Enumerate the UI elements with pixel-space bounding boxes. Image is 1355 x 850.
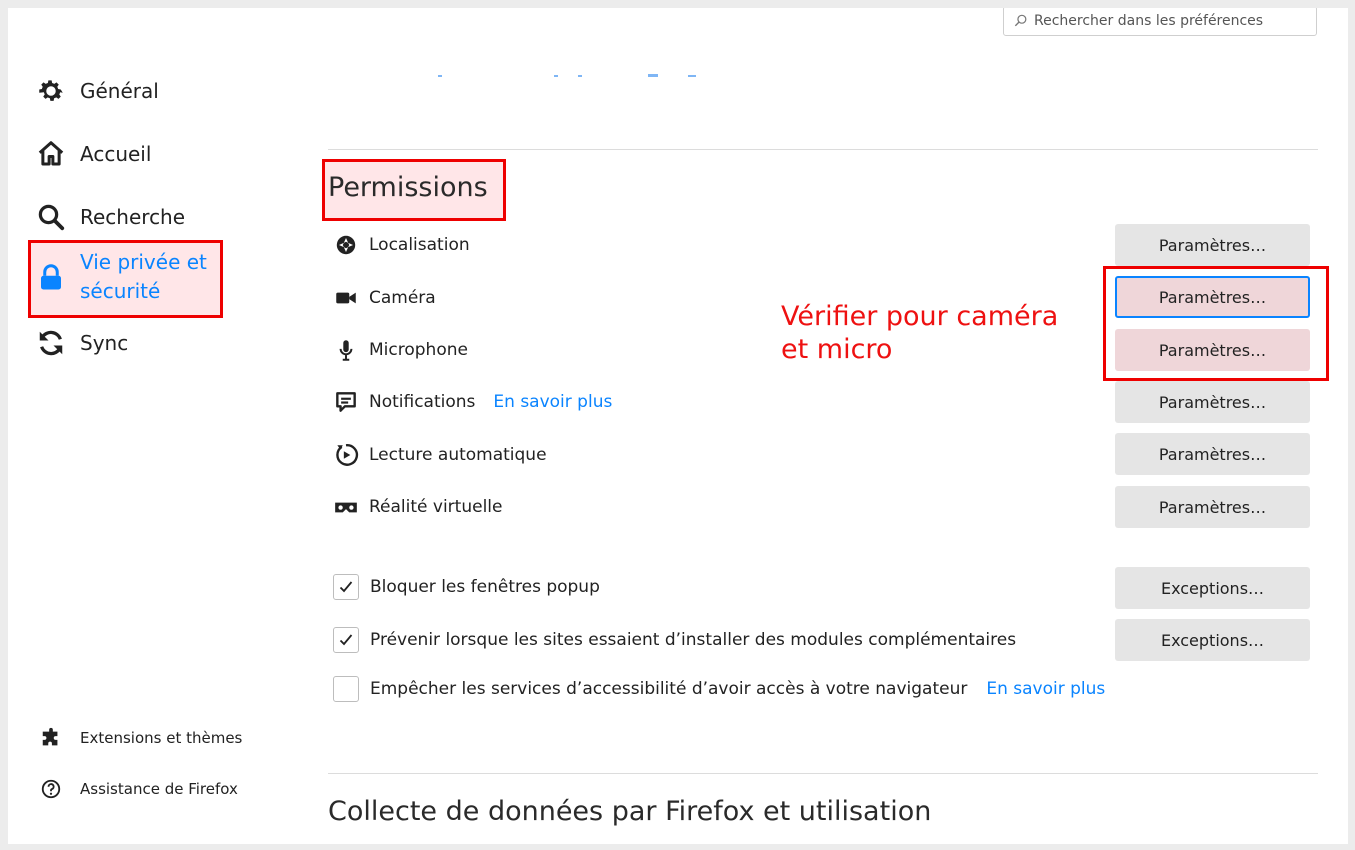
- autoplay-icon: [336, 444, 359, 466]
- preferences-page: Général Accueil Recherche Vie privée et …: [8, 8, 1348, 844]
- block-popups-row: Bloquer les fenêtres popup: [333, 574, 600, 600]
- permission-label: Localisation: [369, 235, 470, 255]
- camera-microphone-highlight: [1103, 266, 1329, 381]
- sidebar-item-general[interactable]: Général: [36, 76, 159, 106]
- sync-icon: [39, 330, 63, 356]
- search-box[interactable]: [1003, 8, 1317, 36]
- search-input[interactable]: [1034, 13, 1304, 29]
- location-settings-button[interactable]: Paramètres…: [1115, 224, 1310, 266]
- permission-row-location: Localisation: [333, 232, 470, 258]
- home-icon: [38, 141, 64, 166]
- warn-addons-checkbox[interactable]: [333, 627, 359, 653]
- checkbox-label: Bloquer les fenêtres popup: [370, 577, 600, 597]
- permission-row-autoplay: Lecture automatique: [333, 442, 547, 468]
- sidebar-item-extensions[interactable]: Extensions et thèmes: [40, 727, 242, 749]
- sidebar-item-label: Recherche: [80, 205, 186, 229]
- lock-icon: [41, 264, 61, 290]
- sidebar-item-label: Accueil: [80, 142, 152, 166]
- microphone-icon: [339, 340, 353, 361]
- checkbox-label: Empêcher les services d’accessibilité d’…: [370, 679, 968, 699]
- sidebar-item-home[interactable]: Accueil: [36, 139, 151, 169]
- annotation-line2: et micro: [781, 334, 893, 365]
- checkmark-icon: [339, 581, 353, 593]
- sidebar-footer-label: Assistance de Firefox: [80, 780, 238, 798]
- permission-label: Lecture automatique: [369, 445, 547, 465]
- permission-label: Notifications: [369, 392, 476, 412]
- search-icon: [38, 204, 65, 231]
- checkmark-icon: [339, 634, 353, 646]
- notification-icon: [336, 392, 356, 412]
- notifications-settings-button[interactable]: Paramètres…: [1115, 381, 1310, 423]
- section-divider: [328, 773, 1318, 774]
- puzzle-icon: [42, 727, 58, 746]
- accessibility-checkbox[interactable]: [333, 676, 359, 702]
- data-collection-title: Collecte de données par Firefox et utili…: [328, 796, 932, 827]
- checkbox-label: Prévenir lorsque les sites essaient d’in…: [370, 630, 1017, 650]
- sidebar-item-search[interactable]: Recherche: [36, 202, 185, 232]
- location-icon: [336, 235, 356, 255]
- sidebar-item-label: Général: [80, 79, 159, 103]
- warn-addons-row: Prévenir lorsque les sites essaient d’in…: [333, 627, 1016, 653]
- vr-icon: [335, 502, 357, 513]
- permission-label: Microphone: [369, 340, 468, 360]
- popup-exceptions-button[interactable]: Exceptions…: [1115, 567, 1310, 609]
- permission-row-microphone: Microphone: [333, 337, 468, 363]
- sidebar-item-label-line1: Vie privée et: [80, 250, 207, 274]
- sidebar-item-label: Sync: [80, 331, 129, 355]
- accessibility-learn-more-link[interactable]: En savoir plus: [986, 679, 1105, 699]
- vr-settings-button[interactable]: Paramètres…: [1115, 486, 1310, 528]
- annotation-line1: Vérifier pour caméra: [781, 301, 1059, 332]
- accessibility-row: Empêcher les services d’accessibilité d’…: [333, 676, 1105, 702]
- gear-icon: [39, 80, 63, 101]
- permission-label: Réalité virtuelle: [369, 497, 503, 517]
- sidebar-item-sync[interactable]: Sync: [36, 328, 128, 358]
- block-popups-checkbox[interactable]: [333, 574, 359, 600]
- sidebar-item-privacy[interactable]: Vie privée et sécurité: [36, 248, 207, 306]
- camera-icon: [336, 292, 356, 304]
- annotation-text: Vérifier pour caméra et micro: [781, 300, 1081, 366]
- addons-exceptions-button[interactable]: Exceptions…: [1115, 619, 1310, 661]
- help-icon: [41, 779, 61, 799]
- permission-row-camera: Caméra: [333, 285, 436, 311]
- sidebar-item-support[interactable]: Assistance de Firefox: [40, 778, 238, 800]
- sidebar-item-label: Vie privée et sécurité: [80, 248, 207, 306]
- permission-row-vr: Réalité virtuelle: [333, 494, 502, 520]
- permissions-title: Permissions: [328, 172, 488, 203]
- notifications-learn-more-link[interactable]: En savoir plus: [493, 392, 612, 412]
- sidebar-item-label-line2: sécurité: [80, 279, 161, 303]
- permission-label: Caméra: [369, 288, 436, 308]
- autoplay-settings-button[interactable]: Paramètres…: [1115, 433, 1310, 475]
- search-icon: [1014, 14, 1027, 27]
- sidebar-footer-label: Extensions et thèmes: [80, 729, 243, 747]
- permission-row-notifications: Notifications En savoir plus: [333, 389, 612, 415]
- section-divider: [328, 149, 1318, 150]
- previous-section-remnant: [438, 74, 696, 77]
